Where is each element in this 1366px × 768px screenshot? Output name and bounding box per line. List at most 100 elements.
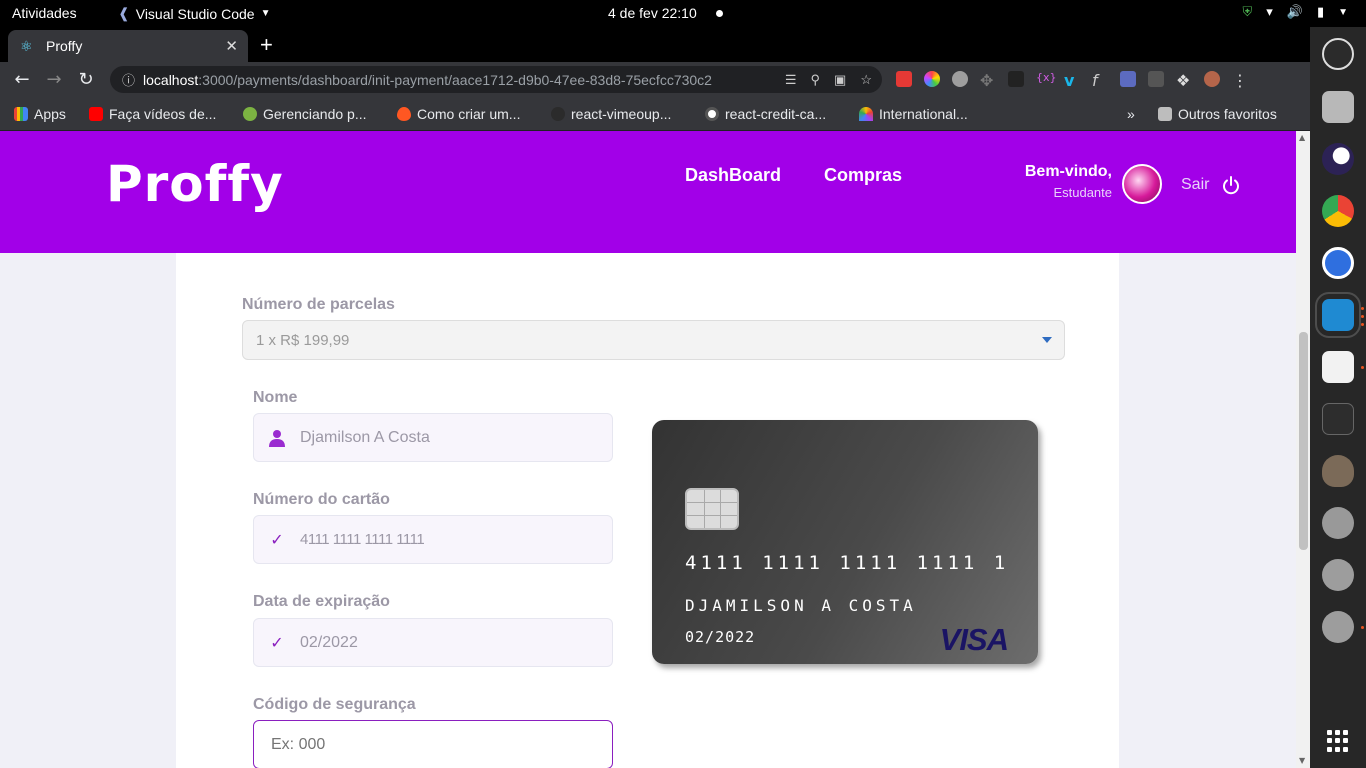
chevron-down-icon: ▼ xyxy=(1338,6,1348,18)
page-scrollbar[interactable]: ▲ ▼ xyxy=(1296,131,1310,768)
vscode-icon: ❰ xyxy=(118,5,130,21)
system-top-bar: Atividades ❰ Visual Studio Code ▼ 4 de f… xyxy=(0,0,1366,27)
activities-button[interactable]: Atividades xyxy=(12,5,77,21)
files-icon[interactable] xyxy=(1322,91,1354,123)
scrollbar-thumb[interactable] xyxy=(1299,332,1308,550)
card-number-display: 4111 1111 1111 1111 1 xyxy=(685,552,1010,574)
bookmark-other[interactable]: Outros favoritos xyxy=(1158,106,1277,122)
new-tab-button[interactable]: + xyxy=(260,32,273,58)
card-number-label: Número do cartão xyxy=(253,491,390,508)
vimeo-icon[interactable]: v xyxy=(1064,71,1080,90)
logo[interactable]: Proffy xyxy=(106,155,284,213)
flame-icon xyxy=(397,107,411,121)
browser-toolbar: ← → ↻ ⓘ localhost :3000/payments/dashboa… xyxy=(0,62,1310,97)
system-tray[interactable]: ⛨ ▾ 🔊 ▮ ▼ xyxy=(1242,4,1348,20)
apps-grid-icon xyxy=(14,107,28,121)
installments-select[interactable]: 1 x R$ 199,99 xyxy=(242,320,1065,360)
disk-icon[interactable] xyxy=(1322,611,1354,643)
move-icon[interactable]: ✥ xyxy=(980,71,996,90)
avatar[interactable] xyxy=(1122,164,1162,204)
bookmark-como-criar[interactable]: Como criar um... xyxy=(397,106,520,122)
folder-icon xyxy=(1158,107,1172,121)
reload-icon[interactable]: ↻ xyxy=(70,69,102,90)
bookmark-international[interactable]: International... xyxy=(859,106,968,122)
window-icon[interactable]: ▣ xyxy=(834,72,846,88)
shield-icon: ⛨ xyxy=(1242,4,1253,19)
menu-icon[interactable]: ⋮ xyxy=(1232,71,1248,90)
nbc-icon xyxy=(859,107,873,121)
info-icon[interactable]: ⓘ xyxy=(122,70,135,89)
bookmark-label: react-vimeoup... xyxy=(571,106,672,122)
running-indicator xyxy=(1361,323,1364,326)
running-indicator xyxy=(1361,626,1364,629)
bookmark-label: Como criar um... xyxy=(417,106,521,122)
translate-icon[interactable]: ☰ xyxy=(785,72,797,88)
html-icon[interactable] xyxy=(1148,71,1164,87)
scroll-down-icon[interactable]: ▼ xyxy=(1299,756,1305,765)
battery-icon: ▮ xyxy=(1316,4,1325,19)
profile-avatar[interactable] xyxy=(1204,71,1220,87)
gimp-icon[interactable] xyxy=(1322,455,1354,487)
function-icon[interactable]: f xyxy=(1092,71,1108,90)
site-icon xyxy=(243,107,257,121)
extension-icon[interactable] xyxy=(1120,71,1136,87)
logout-button[interactable]: Sair xyxy=(1181,175,1241,195)
inkscape-icon[interactable] xyxy=(1322,507,1354,539)
cvv-label: Código de segurança xyxy=(253,696,416,713)
bookmark-label: International... xyxy=(879,106,968,122)
scroll-up-icon[interactable]: ▲ xyxy=(1299,133,1305,142)
chevron-down-icon: ▼ xyxy=(260,8,271,19)
nav-compras[interactable]: Compras xyxy=(824,165,902,186)
caret-down-icon xyxy=(1042,337,1052,343)
forward-icon[interactable]: → xyxy=(38,69,70,90)
chrome-icon[interactable] xyxy=(1322,195,1354,227)
card-number-field[interactable]: ✓ 4111 1111 1111 1111 xyxy=(253,515,613,564)
zoom-icon[interactable]: ⚲ xyxy=(811,72,821,88)
name-field[interactable]: Djamilson A Costa xyxy=(253,413,613,462)
bookmark-gerenciando[interactable]: Gerenciando p... xyxy=(243,106,367,122)
dock xyxy=(1310,27,1366,768)
text-editor-icon[interactable] xyxy=(1322,351,1354,383)
back-icon[interactable]: ← xyxy=(6,69,38,90)
obs-icon[interactable] xyxy=(1322,38,1354,70)
nav-dashboard[interactable]: DashBoard xyxy=(685,165,781,186)
bookmark-react-vimeo[interactable]: react-vimeoup... xyxy=(551,106,671,122)
name-label: Nome xyxy=(253,389,298,406)
card-holder-display: DJAMILSON A COSTA xyxy=(685,596,917,615)
address-bar[interactable]: ⓘ localhost :3000/payments/dashboard/ini… xyxy=(110,66,882,93)
code-icon[interactable]: {x} xyxy=(1036,71,1057,87)
terminal-icon[interactable] xyxy=(1322,403,1354,435)
bookmark-label: react-credit-ca... xyxy=(725,106,827,122)
running-indicator xyxy=(1361,307,1364,310)
bookmarks-overflow-icon[interactable]: » xyxy=(1127,106,1135,122)
show-apps-icon[interactable] xyxy=(1327,730,1349,752)
eclipse-icon[interactable] xyxy=(1322,143,1354,175)
bookmark-label: Gerenciando p... xyxy=(263,106,367,122)
disk-icon[interactable] xyxy=(1322,559,1354,591)
omnibox-actions: ☰ ⚲ ▣ ☆ xyxy=(785,72,872,88)
close-icon[interactable]: ✕ xyxy=(225,37,238,55)
visa-logo: VISA xyxy=(939,622,1009,657)
tab-proffy[interactable]: ⚛ Proffy ✕ xyxy=(8,30,248,62)
web-app-icon[interactable] xyxy=(1322,247,1354,279)
star-icon[interactable]: ☆ xyxy=(860,72,872,88)
tab-strip: ⚛ Proffy ✕ + xyxy=(0,27,1310,62)
extension-icon[interactable] xyxy=(896,71,912,87)
user-greeting: Bem-vindo, Estudante xyxy=(1000,163,1112,200)
color-picker-icon[interactable] xyxy=(924,71,940,87)
extensions-bar: ✥ {x} v f ❖ ⋮ xyxy=(896,71,1248,90)
welcome-text: Bem-vindo, xyxy=(1024,163,1112,180)
puzzle-icon[interactable]: ❖ xyxy=(1176,71,1192,90)
app-menu[interactable]: ❰ Visual Studio Code ▼ xyxy=(118,5,270,22)
clock[interactable]: 4 de fev 22:10 xyxy=(608,5,697,21)
bookmark-label: Outros favoritos xyxy=(1178,106,1277,122)
bookmark-react-credit[interactable]: react-credit-ca... xyxy=(705,106,826,122)
expiry-field[interactable]: ✓ 02/2022 xyxy=(253,618,613,667)
bookmark-apps[interactable]: Apps xyxy=(14,106,66,122)
cvv-input[interactable] xyxy=(253,720,613,768)
vscode-icon[interactable] xyxy=(1315,292,1361,338)
extension-icon[interactable] xyxy=(1008,71,1024,87)
bookmark-youtube[interactable]: Faça vídeos de... xyxy=(89,106,216,122)
app-menu-label: Visual Studio Code xyxy=(135,5,255,22)
extension-icon[interactable] xyxy=(952,71,968,87)
